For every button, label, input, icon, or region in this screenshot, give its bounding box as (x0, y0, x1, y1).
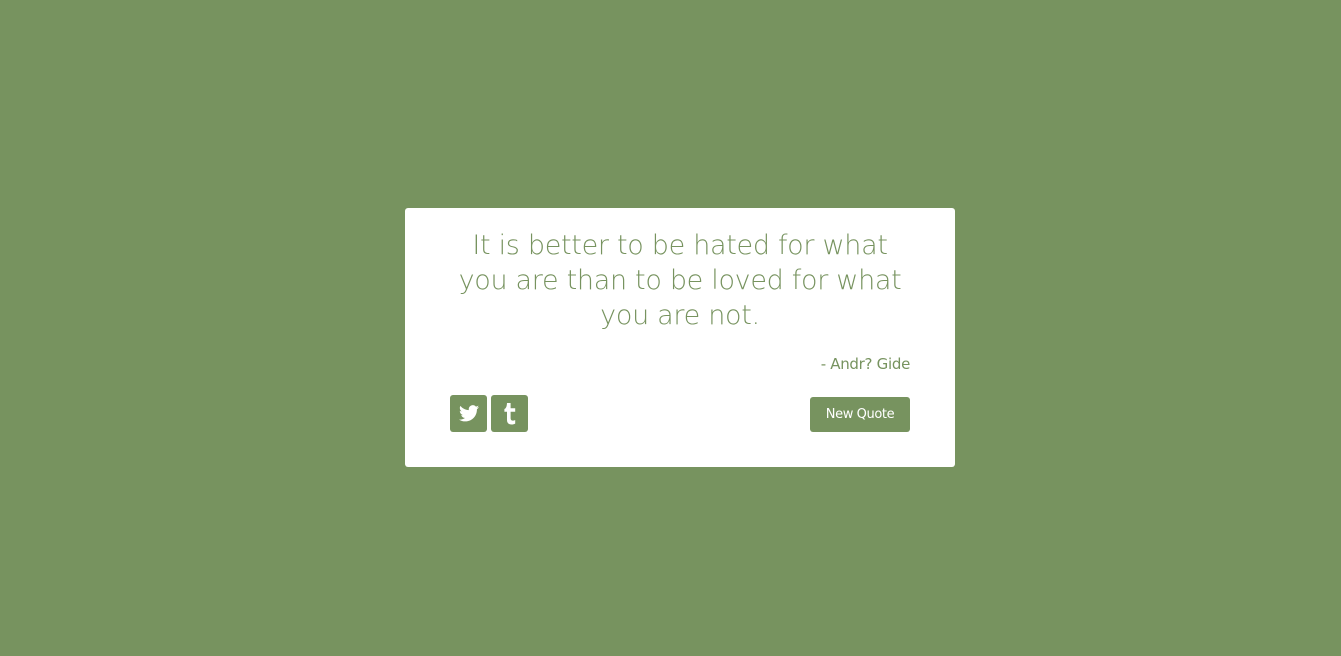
quote-text: It is better to be hated for what you ar… (458, 230, 902, 331)
tumblr-share-button[interactable] (491, 395, 528, 432)
tweet-quote-button[interactable] (450, 395, 487, 432)
new-quote-button[interactable]: New Quote (810, 397, 910, 432)
twitter-icon (458, 405, 479, 422)
tumblr-icon (503, 402, 517, 425)
quote-card: It is better to be hated for what you ar… (405, 208, 955, 467)
quote-author: - Andr? Gide (820, 355, 911, 373)
